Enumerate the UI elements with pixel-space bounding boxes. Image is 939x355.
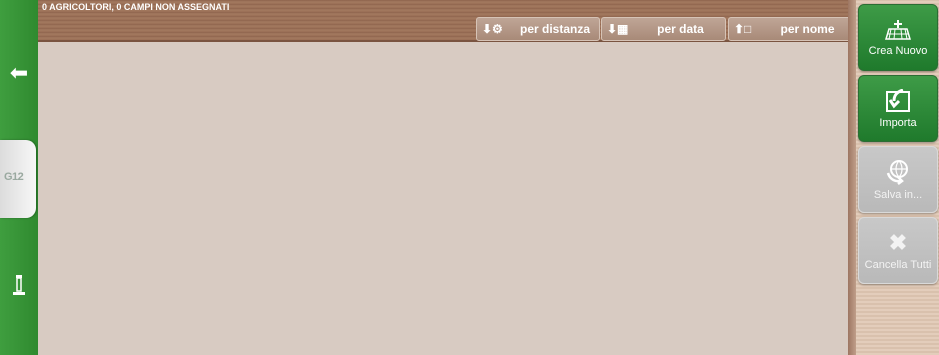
back-button[interactable]: ⬅ <box>4 58 34 88</box>
gps-tab[interactable]: G12 <box>0 140 36 218</box>
sort-by-distance-button[interactable]: ⬇⚙ per distanza <box>476 17 600 41</box>
app-screen: ⬅ G12 0 AGRICOLTORI, 0 CAMPI NON ASSEGNA… <box>0 0 939 355</box>
delete-all-button[interactable]: ✖ Cancella Tutti <box>858 217 938 284</box>
globe-save-icon <box>886 159 908 185</box>
tractor-icon: ⬇⚙ <box>482 22 503 36</box>
top-bar: 0 AGRICOLTORI, 0 CAMPI NON ASSEGNATI ⬇⚙ … <box>38 0 853 42</box>
calendar-icon: ⬇▦ <box>607 22 629 36</box>
alphabet-icon: ⬆□ <box>734 22 752 36</box>
create-new-button[interactable]: Crea Nuovo <box>858 4 938 71</box>
sort-distance-label: per distanza <box>519 22 591 36</box>
sort-name-label: per nome <box>780 22 835 36</box>
pump-button[interactable] <box>4 270 34 300</box>
import-button[interactable]: Importa <box>858 75 938 142</box>
pump-icon <box>13 275 25 295</box>
save-in-button[interactable]: Salva in... <box>858 146 938 213</box>
arrow-left-icon: ⬅ <box>9 60 29 85</box>
delete-all-label: Cancella Tutti <box>864 258 932 271</box>
field-list-area <box>38 44 852 355</box>
action-panel: Crea Nuovo Importa Salva in... ✖ Cancell… <box>856 0 939 355</box>
close-icon: ✖ <box>888 229 908 255</box>
import-icon <box>886 88 910 112</box>
sort-date-label: per data <box>657 22 704 36</box>
assignment-counts: 0 AGRICOLTORI, 0 CAMPI NON ASSEGNATI <box>42 2 230 12</box>
gps-tab-label: G12 <box>4 171 24 183</box>
sort-by-name-button[interactable]: ⬆□ per nome <box>728 17 853 41</box>
import-label: Importa <box>879 116 917 129</box>
create-new-label: Crea Nuovo <box>868 44 928 57</box>
add-field-icon <box>885 19 911 40</box>
left-rail: ⬅ G12 <box>0 0 38 355</box>
save-in-label: Salva in... <box>873 188 923 201</box>
sort-by-date-button[interactable]: ⬇▦ per data <box>601 17 726 41</box>
